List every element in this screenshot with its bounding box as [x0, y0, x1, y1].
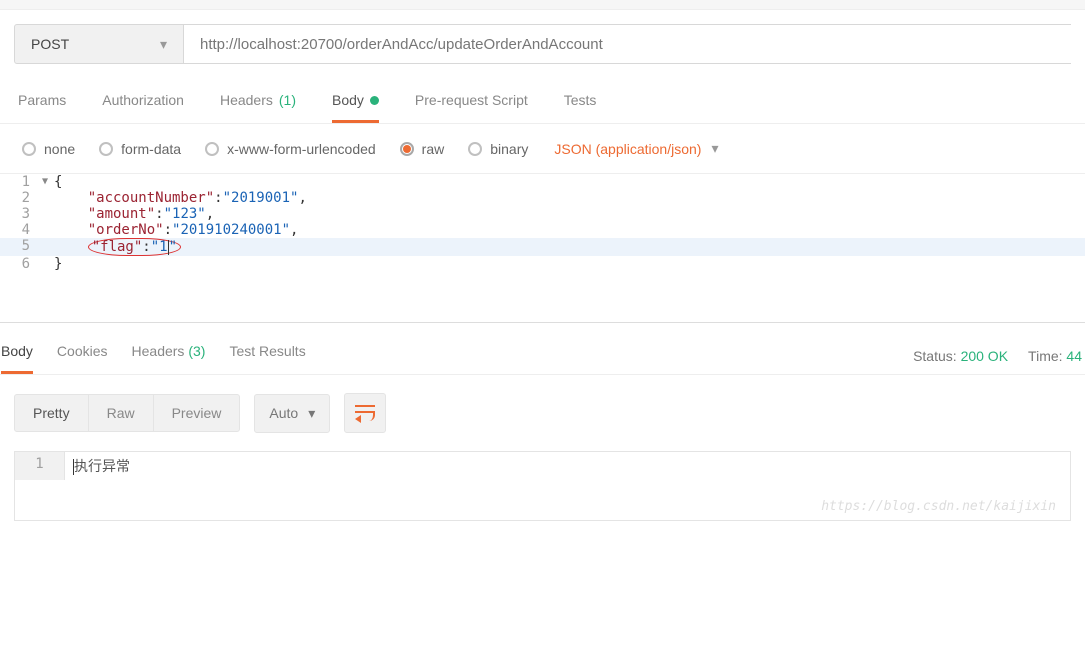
- http-method-value: POST: [31, 36, 69, 52]
- resp-tab-headers[interactable]: Headers (3): [132, 337, 206, 374]
- tab-prerequest[interactable]: Pre-request Script: [415, 84, 528, 123]
- body-active-dot-icon: [370, 96, 379, 105]
- response-view-mode: Pretty Raw Preview: [14, 394, 240, 432]
- body-type-options: none form-data x-www-form-urlencoded raw…: [0, 124, 1085, 173]
- content-type-select[interactable]: JSON (application/json) ▾: [554, 140, 718, 157]
- response-line-number: 1: [15, 452, 65, 480]
- status-value: 200 OK: [961, 348, 1008, 364]
- view-pretty-button[interactable]: Pretty: [15, 395, 89, 431]
- radio-icon: [22, 142, 36, 156]
- url-input[interactable]: [184, 24, 1071, 64]
- time-value: 44: [1066, 348, 1082, 364]
- radio-raw[interactable]: raw: [400, 141, 445, 157]
- radio-icon: [99, 142, 113, 156]
- response-format-select[interactable]: Auto ▾: [254, 394, 330, 433]
- tab-headers[interactable]: Headers (1): [220, 84, 296, 123]
- fold-icon[interactable]: ▼: [42, 176, 48, 187]
- radio-none[interactable]: none: [22, 141, 75, 157]
- resp-tab-cookies[interactable]: Cookies: [57, 337, 108, 374]
- resp-tab-body[interactable]: Body: [1, 337, 33, 374]
- tab-params[interactable]: Params: [18, 84, 66, 123]
- content-type-value: JSON (application/json): [554, 141, 701, 157]
- wrap-lines-button[interactable]: [344, 393, 386, 433]
- wrap-icon: [355, 405, 375, 421]
- radio-binary[interactable]: binary: [468, 141, 528, 157]
- headers-count: (1): [279, 92, 296, 108]
- request-body-editor[interactable]: 1▼{ 2 "accountNumber":"2019001", 3 "amou…: [0, 173, 1085, 272]
- response-body[interactable]: 1 执行异常 https://blog.csdn.net/kaijixin: [14, 451, 1071, 521]
- view-preview-button[interactable]: Preview: [154, 395, 240, 431]
- radio-icon: [468, 142, 482, 156]
- response-tabs: Body Cookies Headers (3) Test Results St…: [0, 323, 1085, 375]
- response-meta: Status: 200 OK Time: 44: [913, 348, 1084, 364]
- view-raw-button[interactable]: Raw: [89, 395, 154, 431]
- highlight-circle-annotation: "flag":"1": [88, 238, 181, 256]
- tab-body[interactable]: Body: [332, 84, 379, 123]
- response-text: 执行异常: [74, 459, 130, 475]
- radio-icon: [205, 142, 219, 156]
- radio-urlencoded[interactable]: x-www-form-urlencoded: [205, 141, 376, 157]
- radio-checked-icon: [400, 142, 414, 156]
- chevron-down-icon: ▾: [160, 36, 167, 53]
- chevron-down-icon: ▾: [308, 405, 315, 422]
- resp-tab-test-results[interactable]: Test Results: [229, 337, 305, 374]
- request-tabs: Params Authorization Headers (1) Body Pr…: [0, 78, 1085, 124]
- tab-authorization[interactable]: Authorization: [102, 84, 184, 123]
- watermark: https://blog.csdn.net/kaijixin: [821, 499, 1056, 514]
- resp-headers-count: (3): [188, 343, 205, 359]
- http-method-select[interactable]: POST ▾: [14, 24, 184, 64]
- radio-form-data[interactable]: form-data: [99, 141, 181, 157]
- tab-tests[interactable]: Tests: [564, 84, 597, 123]
- chevron-down-icon: ▾: [711, 140, 718, 157]
